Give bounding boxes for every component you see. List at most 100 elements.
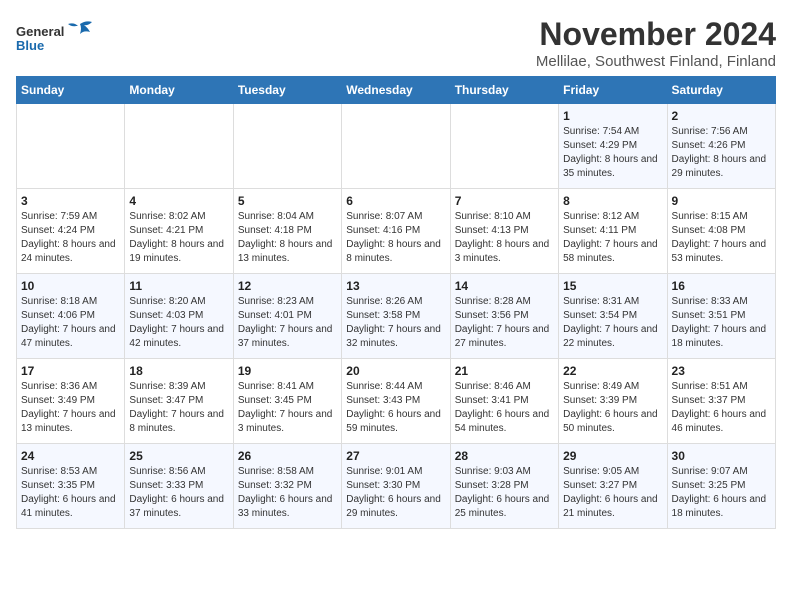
day-content: Sunrise: 8:10 AM Sunset: 4:13 PM Dayligh… <box>455 210 554 266</box>
calendar-week-row: 3Sunrise: 7:59 AM Sunset: 4:24 PM Daylig… <box>17 189 776 274</box>
calendar-cell: 2Sunrise: 7:56 AM Sunset: 4:26 PM Daylig… <box>667 104 775 189</box>
day-number: 25 <box>129 449 228 463</box>
day-header-monday: Monday <box>125 77 233 104</box>
calendar-cell: 1 Sunrise: 7:54 AM Sunset: 4:29 PM Daylig… <box>559 104 667 189</box>
calendar-week-row: 10Sunrise: 8:18 AM Sunset: 4:06 PM Dayli… <box>17 274 776 359</box>
logo-general-text: General <box>16 24 64 39</box>
day-content: Sunrise: 8:33 AM Sunset: 3:51 PM Dayligh… <box>672 295 771 351</box>
calendar-cell: 6 Sunrise: 8:07 AM Sunset: 4:16 PM Daylig… <box>342 189 450 274</box>
day-number: 7 <box>455 194 554 208</box>
day-content: Sunrise: 8:31 AM Sunset: 3:54 PM Dayligh… <box>563 295 662 351</box>
day-content: Sunrise: 8:20 AM Sunset: 4:03 PM Dayligh… <box>129 295 228 351</box>
day-content: Sunrise: 9:01 AM Sunset: 3:30 PM Dayligh… <box>346 465 445 521</box>
day-number: 16 <box>672 279 771 293</box>
day-content: Sunrise: 8:49 AM Sunset: 3:39 PM Dayligh… <box>563 380 662 436</box>
day-number: 24 <box>21 449 120 463</box>
day-number: 5 <box>238 194 337 208</box>
day-content: Sunrise: 8:07 AM Sunset: 4:16 PM Dayligh… <box>346 210 445 266</box>
day-number: 8 <box>563 194 662 208</box>
day-content: Sunrise: 8:36 AM Sunset: 3:49 PM Dayligh… <box>21 380 120 436</box>
calendar-cell <box>450 104 558 189</box>
calendar-week-row: 17 Sunrise: 8:36 AM Sunset: 3:49 PM Dayli… <box>17 359 776 444</box>
calendar-cell: 7 Sunrise: 8:10 AM Sunset: 4:13 PM Daylig… <box>450 189 558 274</box>
day-number: 11 <box>129 279 228 293</box>
calendar-cell: 21 Sunrise: 8:46 AM Sunset: 3:41 PM Dayli… <box>450 359 558 444</box>
day-content: Sunrise: 8:58 AM Sunset: 3:32 PM Dayligh… <box>238 465 337 521</box>
day-number: 17 <box>21 364 120 378</box>
day-content: Sunrise: 8:44 AM Sunset: 3:43 PM Dayligh… <box>346 380 445 436</box>
day-content: Sunrise: 8:53 AM Sunset: 3:35 PM Dayligh… <box>21 465 120 521</box>
calendar-week-row: 24 Sunrise: 8:53 AM Sunset: 3:35 PM Dayli… <box>17 444 776 529</box>
day-content: Sunrise: 8:41 AM Sunset: 3:45 PM Dayligh… <box>238 380 337 436</box>
day-content: Sunrise: 9:03 AM Sunset: 3:28 PM Dayligh… <box>455 465 554 521</box>
day-header-thursday: Thursday <box>450 77 558 104</box>
calendar-cell: 4 Sunrise: 8:02 AM Sunset: 4:21 PM Daylig… <box>125 189 233 274</box>
day-content: Sunrise: 8:15 AM Sunset: 4:08 PM Dayligh… <box>672 210 771 266</box>
day-content: Sunrise: 8:12 AM Sunset: 4:11 PM Dayligh… <box>563 210 662 266</box>
logo-bird-icon <box>66 20 94 42</box>
calendar-cell: 13 Sunrise: 8:26 AM Sunset: 3:58 PM Dayli… <box>342 274 450 359</box>
day-content: Sunrise: 8:51 AM Sunset: 3:37 PM Dayligh… <box>672 380 771 436</box>
calendar-cell: 30Sunrise: 9:07 AM Sunset: 3:25 PM Dayli… <box>667 444 775 529</box>
day-number: 30 <box>672 449 771 463</box>
calendar-cell: 28 Sunrise: 9:03 AM Sunset: 3:28 PM Dayli… <box>450 444 558 529</box>
day-number: 28 <box>455 449 554 463</box>
calendar-cell: 11 Sunrise: 8:20 AM Sunset: 4:03 PM Dayli… <box>125 274 233 359</box>
day-content: Sunrise: 8:26 AM Sunset: 3:58 PM Dayligh… <box>346 295 445 351</box>
calendar-body: 1 Sunrise: 7:54 AM Sunset: 4:29 PM Daylig… <box>17 104 776 529</box>
day-content: Sunrise: 8:28 AM Sunset: 3:56 PM Dayligh… <box>455 295 554 351</box>
calendar-cell: 29Sunrise: 9:05 AM Sunset: 3:27 PM Dayli… <box>559 444 667 529</box>
day-content: Sunrise: 8:23 AM Sunset: 4:01 PM Dayligh… <box>238 295 337 351</box>
calendar-cell: 22 Sunrise: 8:49 AM Sunset: 3:39 PM Dayli… <box>559 359 667 444</box>
calendar-cell: 27 Sunrise: 9:01 AM Sunset: 3:30 PM Dayli… <box>342 444 450 529</box>
calendar-cell: 9 Sunrise: 8:15 AM Sunset: 4:08 PM Daylig… <box>667 189 775 274</box>
day-number: 27 <box>346 449 445 463</box>
calendar-cell: 16 Sunrise: 8:33 AM Sunset: 3:51 PM Dayli… <box>667 274 775 359</box>
day-header-friday: Friday <box>559 77 667 104</box>
day-content: Sunrise: 8:18 AM Sunset: 4:06 PM Dayligh… <box>21 295 120 351</box>
day-header-wednesday: Wednesday <box>342 77 450 104</box>
day-content: Sunrise: 8:56 AM Sunset: 3:33 PM Dayligh… <box>129 465 228 521</box>
day-number: 14 <box>455 279 554 293</box>
day-number: 4 <box>129 194 228 208</box>
calendar-cell: 23 Sunrise: 8:51 AM Sunset: 3:37 PM Dayli… <box>667 359 775 444</box>
day-content: Sunrise: 8:46 AM Sunset: 3:41 PM Dayligh… <box>455 380 554 436</box>
day-number: 19 <box>238 364 337 378</box>
day-number: 21 <box>455 364 554 378</box>
day-content: Sunrise: 8:39 AM Sunset: 3:47 PM Dayligh… <box>129 380 228 436</box>
calendar-cell: 5 Sunrise: 8:04 AM Sunset: 4:18 PM Daylig… <box>233 189 341 274</box>
header: General Blue November 2024 Mellilae, Sou… <box>16 16 776 70</box>
calendar-cell: 17 Sunrise: 8:36 AM Sunset: 3:49 PM Dayli… <box>17 359 125 444</box>
day-content: Sunrise: 8:02 AM Sunset: 4:21 PM Dayligh… <box>129 210 228 266</box>
day-header-tuesday: Tuesday <box>233 77 341 104</box>
calendar-cell: 24 Sunrise: 8:53 AM Sunset: 3:35 PM Dayli… <box>17 444 125 529</box>
calendar-table: SundayMondayTuesdayWednesdayThursdayFrid… <box>16 76 776 529</box>
day-number: 1 <box>563 109 662 123</box>
day-number: 9 <box>672 194 771 208</box>
calendar-cell <box>342 104 450 189</box>
calendar-cell: 20Sunrise: 8:44 AM Sunset: 3:43 PM Dayli… <box>342 359 450 444</box>
page-subtitle: Mellilae, Southwest Finland, Finland <box>536 53 776 70</box>
day-number: 23 <box>672 364 771 378</box>
day-number: 29 <box>563 449 662 463</box>
day-number: 13 <box>346 279 445 293</box>
day-number: 6 <box>346 194 445 208</box>
day-number: 26 <box>238 449 337 463</box>
calendar-cell <box>125 104 233 189</box>
day-number: 12 <box>238 279 337 293</box>
calendar-cell: 18 Sunrise: 8:39 AM Sunset: 3:47 PM Dayli… <box>125 359 233 444</box>
day-content: Sunrise: 7:56 AM Sunset: 4:26 PM Dayligh… <box>672 125 771 181</box>
day-content: Sunrise: 7:54 AM Sunset: 4:29 PM Dayligh… <box>563 125 662 181</box>
calendar-cell: 3Sunrise: 7:59 AM Sunset: 4:24 PM Daylig… <box>17 189 125 274</box>
day-number: 22 <box>563 364 662 378</box>
calendar-cell: 19 Sunrise: 8:41 AM Sunset: 3:45 PM Dayli… <box>233 359 341 444</box>
calendar-week-row: 1 Sunrise: 7:54 AM Sunset: 4:29 PM Daylig… <box>17 104 776 189</box>
day-number: 18 <box>129 364 228 378</box>
day-number: 15 <box>563 279 662 293</box>
day-header-sunday: Sunday <box>17 77 125 104</box>
calendar-cell: 12 Sunrise: 8:23 AM Sunset: 4:01 PM Dayli… <box>233 274 341 359</box>
day-content: Sunrise: 8:04 AM Sunset: 4:18 PM Dayligh… <box>238 210 337 266</box>
logo: General Blue <box>16 20 94 53</box>
calendar-header-row: SundayMondayTuesdayWednesdayThursdayFrid… <box>17 77 776 104</box>
day-number: 3 <box>21 194 120 208</box>
